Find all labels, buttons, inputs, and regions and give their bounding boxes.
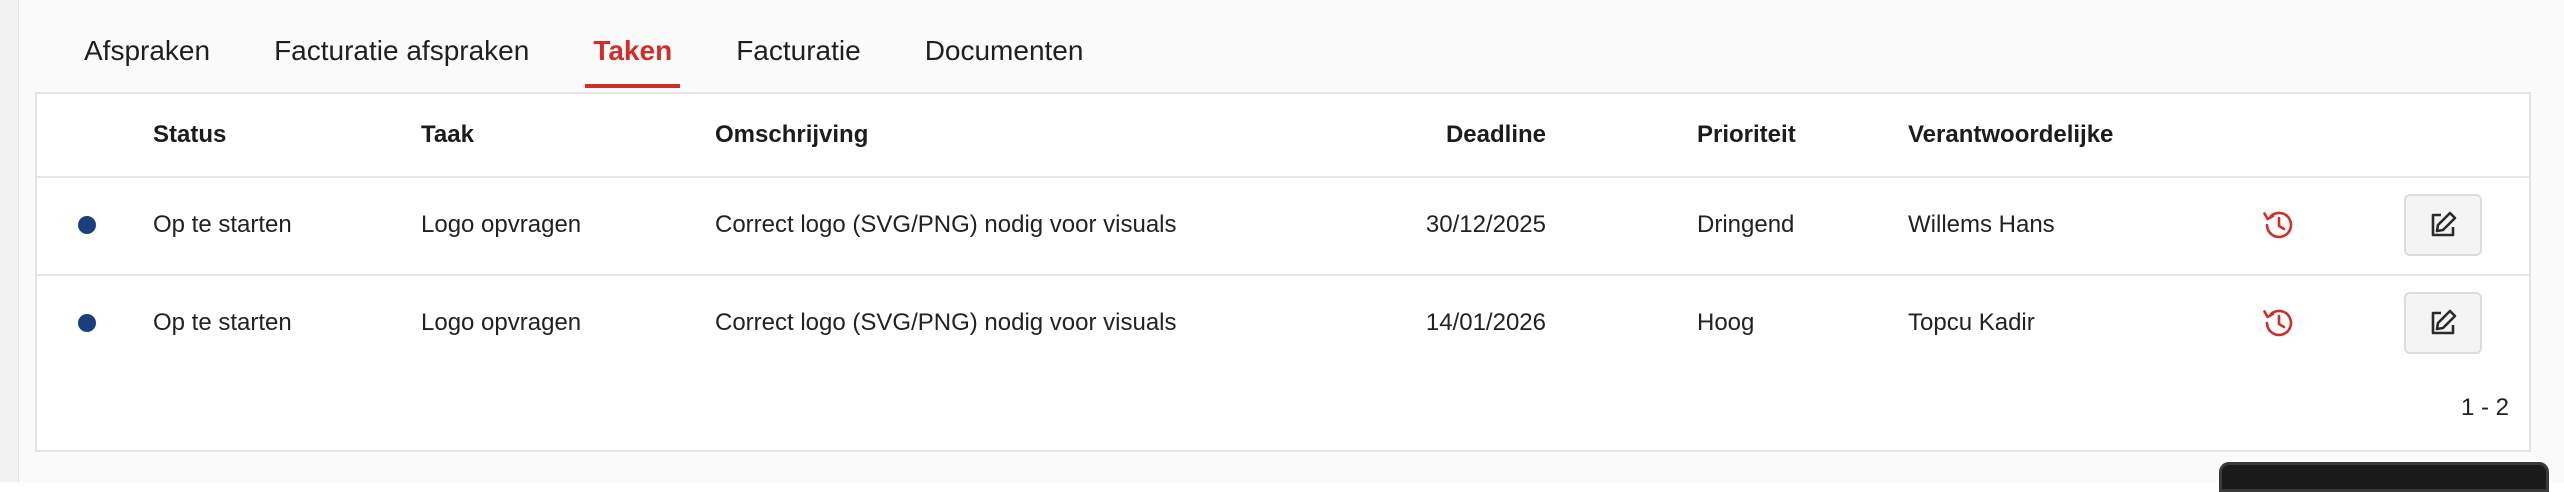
edit-button-cell <box>2403 274 2483 372</box>
tab-documenten[interactable]: Documenten <box>917 30 1092 88</box>
history-button[interactable] <box>2257 176 2301 274</box>
floating-panel-edge <box>2219 462 2549 492</box>
column-header-status[interactable]: Status <box>153 94 226 176</box>
cell-status: Op te starten <box>153 211 292 238</box>
column-header-verantwoordelijke[interactable]: Verantwoordelijke <box>1908 94 2113 176</box>
cell-taak: Logo opvragen <box>421 211 582 238</box>
left-rail <box>0 0 19 482</box>
cell-prioriteit: Dringend <box>1697 211 1795 238</box>
tab-bar: Afspraken Facturatie afspraken Taken Fac… <box>76 30 1139 94</box>
tasks-table: Status Taak Omschrijving Deadline Priori… <box>35 92 2531 452</box>
history-clock-icon[interactable] <box>2261 207 2297 243</box>
cell-verantwoordelijke: Topcu Kadir <box>1908 309 2035 336</box>
cell-omschrijving: Correct logo (SVG/PNG) nodig voor visual… <box>715 211 1177 238</box>
column-header-deadline[interactable]: Deadline <box>1446 94 1546 176</box>
edit-button-cell <box>2403 176 2483 274</box>
status-dot-icon <box>72 274 102 372</box>
edit-button[interactable] <box>2404 292 2482 354</box>
table-row[interactable]: Op te starten Logo opvragen Correct logo… <box>37 274 2529 372</box>
tab-facturatie-afspraken[interactable]: Facturatie afspraken <box>266 30 537 88</box>
table-header-row: Status Taak Omschrijving Deadline Priori… <box>37 94 2529 178</box>
cell-status: Op te starten <box>153 309 292 336</box>
pagination-info: 1 - 2 <box>2460 394 2509 421</box>
cell-deadline: 14/01/2026 <box>1425 309 1546 336</box>
edit-pencil-icon <box>2427 307 2459 339</box>
cell-verantwoordelijke: Willems Hans <box>1908 211 2055 238</box>
tab-facturatie[interactable]: Facturatie <box>728 30 869 88</box>
tab-taken[interactable]: Taken <box>585 30 681 88</box>
cell-omschrijving: Correct logo (SVG/PNG) nodig voor visual… <box>715 309 1177 336</box>
edit-pencil-icon <box>2427 209 2459 241</box>
column-header-taak[interactable]: Taak <box>421 94 474 176</box>
status-dot-icon <box>72 176 102 274</box>
history-clock-icon[interactable] <box>2261 305 2297 341</box>
cell-deadline: 30/12/2025 <box>1425 211 1546 238</box>
column-header-omschrijving[interactable]: Omschrijving <box>715 94 868 176</box>
table-row[interactable]: Op te starten Logo opvragen Correct logo… <box>37 176 2529 276</box>
cell-taak: Logo opvragen <box>421 309 582 336</box>
column-header-prioriteit[interactable]: Prioriteit <box>1697 94 1796 176</box>
edit-button[interactable] <box>2404 194 2482 256</box>
tab-afspraken[interactable]: Afspraken <box>76 30 218 88</box>
cell-prioriteit: Hoog <box>1697 309 1755 336</box>
history-button[interactable] <box>2257 274 2301 372</box>
